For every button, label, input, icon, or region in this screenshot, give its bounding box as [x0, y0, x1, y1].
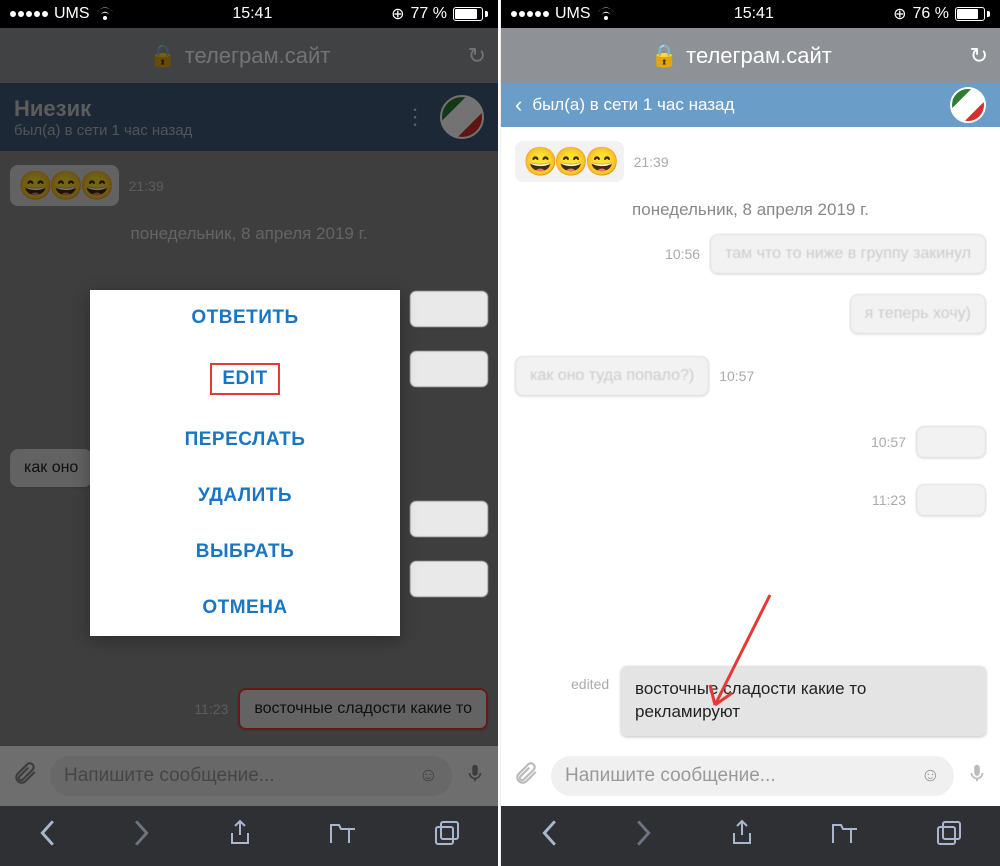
avatar[interactable]: [440, 95, 484, 139]
menu-edit-label: EDIT: [210, 363, 279, 395]
chat-name: Ниезик: [14, 96, 390, 122]
blurred-message: [410, 351, 488, 387]
chat-header[interactable]: ‹ был(а) в сети 1 час назад: [501, 83, 1000, 127]
back-icon[interactable]: [526, 813, 572, 860]
lock-icon: 🔒: [651, 43, 678, 69]
tabs-icon[interactable]: [420, 814, 474, 859]
browser-url-bar[interactable]: 🔒 телеграм.сайт ↻: [501, 28, 1000, 83]
battery-label: 76 %: [913, 5, 949, 23]
msg-time: 11:23: [872, 492, 906, 508]
incoming-message[interactable]: я теперь хочу): [850, 294, 986, 334]
input-placeholder: Напишите сообщение...: [64, 765, 275, 787]
avatar[interactable]: [950, 87, 986, 123]
emoji-picker-icon[interactable]: ☺: [419, 765, 438, 787]
back-icon[interactable]: [24, 813, 70, 860]
menu-delete[interactable]: УДАЛИТЬ: [90, 468, 400, 524]
msg-time: 10:57: [871, 434, 906, 450]
annotation-arrow-icon: [700, 590, 790, 720]
blurred-message: [410, 501, 488, 537]
tabs-icon[interactable]: [922, 814, 976, 859]
carrier-label: UMS: [54, 5, 90, 23]
browser-url-bar[interactable]: 🔒 телеграм.сайт ↻: [0, 28, 498, 83]
chat-status: был(а) в сети 1 час назад: [14, 122, 390, 139]
forward-icon[interactable]: [119, 813, 165, 860]
emoji-picker-icon[interactable]: ☺: [921, 765, 940, 787]
orientation-lock-icon: ⊕: [893, 4, 906, 24]
mic-icon[interactable]: [966, 760, 988, 793]
incoming-message[interactable]: [916, 426, 986, 458]
signal-icon: [10, 11, 48, 17]
battery-icon: [955, 7, 990, 21]
reload-icon[interactable]: ↻: [468, 43, 486, 69]
msg-time: 21:39: [634, 154, 669, 170]
menu-edit[interactable]: EDIT: [90, 346, 400, 412]
battery-icon: [453, 7, 488, 21]
menu-forward[interactable]: ПЕРЕСЛАТЬ: [90, 412, 400, 468]
emoji-message: 😄😄😄: [515, 141, 624, 182]
context-menu: ОТВЕТИТЬ EDIT ПЕРЕСЛАТЬ УДАЛИТЬ ВЫБРАТЬ …: [90, 290, 400, 636]
url-text: телеграм.сайт: [185, 43, 331, 69]
message-input[interactable]: Напишите сообщение... ☺: [50, 756, 452, 796]
forward-icon[interactable]: [621, 813, 667, 860]
url-text: телеграм.сайт: [686, 43, 832, 69]
share-icon[interactable]: [716, 813, 768, 860]
chat-header[interactable]: Ниезик был(а) в сети 1 час назад ⋮: [0, 83, 498, 151]
emoji-message: 😄😄😄: [10, 165, 119, 206]
date-separator: понедельник, 8 апреля 2019 г.: [10, 224, 488, 244]
mic-icon[interactable]: [464, 760, 486, 793]
bookmarks-icon[interactable]: [817, 815, 873, 858]
orientation-lock-icon: ⊕: [391, 4, 404, 24]
battery-label: 77 %: [411, 5, 447, 23]
selected-message[interactable]: восточные сладости какие то: [238, 688, 488, 730]
menu-reply[interactable]: ОТВЕТИТЬ: [90, 290, 400, 346]
browser-toolbar: [0, 806, 498, 866]
carrier-label: UMS: [555, 5, 591, 23]
menu-cancel[interactable]: ОТМЕНА: [90, 580, 400, 636]
back-arrow-icon[interactable]: ‹: [515, 92, 522, 118]
signal-icon: [511, 11, 549, 17]
attach-icon[interactable]: [12, 760, 38, 793]
msg-time: 10:57: [719, 368, 754, 384]
wifi-icon: [597, 7, 615, 21]
msg-time: 11:23: [194, 701, 228, 717]
menu-select[interactable]: ВЫБРАТЬ: [90, 524, 400, 580]
left-screenshot: UMS 15:41 ⊕ 77 % 🔒 телеграм.сайт ↻: [0, 0, 500, 866]
msg-time: 21:39: [129, 178, 164, 194]
bookmarks-icon[interactable]: [315, 815, 371, 858]
right-screenshot: UMS 15:41 ⊕ 76 % 🔒 телеграм.сайт ↻: [500, 0, 1000, 866]
message-input-bar: Напишите сообщение... ☺: [0, 746, 498, 806]
share-icon[interactable]: [214, 813, 266, 860]
blurred-message: [410, 561, 488, 597]
incoming-message[interactable]: [916, 484, 986, 516]
browser-toolbar: [501, 806, 1000, 866]
status-bar: UMS 15:41 ⊕ 76 %: [501, 0, 1000, 28]
wifi-icon: [96, 7, 114, 21]
clock-label: 15:41: [232, 5, 272, 23]
edited-label: edited: [571, 676, 609, 692]
reload-icon[interactable]: ↻: [970, 43, 988, 69]
date-separator: понедельник, 8 апреля 2019 г.: [515, 200, 986, 220]
blurred-message: [410, 291, 488, 327]
input-placeholder: Напишите сообщение...: [565, 765, 776, 787]
incoming-message[interactable]: там что то ниже в группу закинул: [710, 234, 986, 274]
chat-status: был(а) в сети 1 час назад: [532, 95, 940, 115]
own-message[interactable]: как оно: [10, 449, 92, 487]
lock-icon: 🔒: [149, 43, 176, 69]
edited-message[interactable]: восточные сладости какие то рекламируют: [621, 666, 986, 736]
message-input[interactable]: Напишите сообщение... ☺: [551, 756, 954, 796]
menu-dots-icon[interactable]: ⋮: [390, 104, 440, 130]
attach-icon[interactable]: [513, 760, 539, 793]
msg-time: 10:56: [665, 246, 700, 262]
clock-label: 15:41: [734, 5, 774, 23]
status-bar: UMS 15:41 ⊕ 77 %: [0, 0, 498, 28]
own-message[interactable]: как оно туда попало?): [515, 356, 709, 396]
message-input-bar: Напишите сообщение... ☺: [501, 746, 1000, 806]
